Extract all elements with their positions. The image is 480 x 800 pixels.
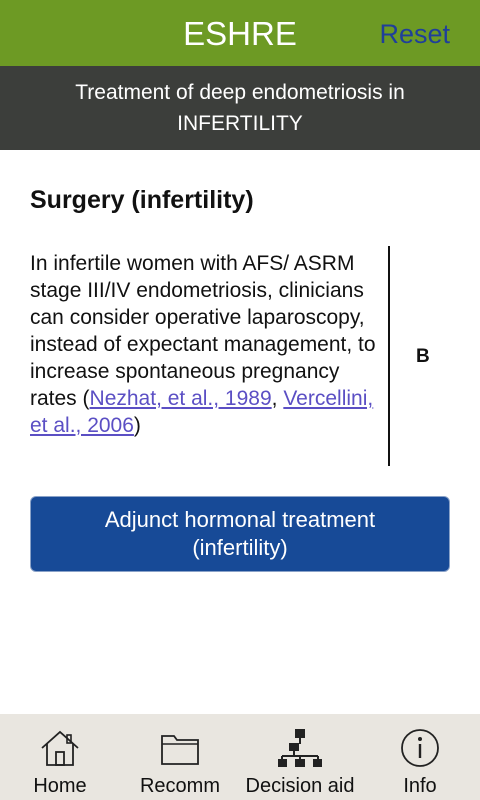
grade-divider bbox=[388, 246, 390, 466]
adjunct-hormonal-treatment-button[interactable]: Adjunct hormonal treatment (infertility) bbox=[30, 496, 450, 572]
next-button-line2: (infertility) bbox=[192, 535, 288, 560]
tab-home-label: Home bbox=[33, 775, 87, 797]
bottom-nav: Home Recomm Decision aid Info bbox=[0, 714, 480, 800]
open-paren: ( bbox=[82, 387, 90, 410]
tab-info[interactable]: Info bbox=[360, 714, 480, 800]
section-title: Surgery (infertility) bbox=[30, 186, 254, 214]
tab-decision-aid[interactable]: Decision aid bbox=[240, 714, 360, 800]
home-icon bbox=[41, 730, 79, 766]
hierarchy-icon bbox=[278, 729, 322, 767]
next-button-line1: Adjunct hormonal treatment bbox=[104, 507, 376, 532]
evidence-grade: B bbox=[416, 346, 430, 367]
tab-decision-aid-label: Decision aid bbox=[245, 775, 355, 797]
reference-link-nezhat[interactable]: Nezhat, et al., 1989 bbox=[90, 387, 272, 410]
page-subheader: Treatment of deep endometriosis in INFER… bbox=[0, 66, 480, 150]
subheader-line1: Treatment of deep endometriosis in bbox=[75, 81, 405, 104]
folder-icon bbox=[161, 735, 199, 765]
tab-home[interactable]: Home bbox=[0, 714, 120, 800]
reference-separator: , bbox=[271, 387, 284, 410]
tab-recomm[interactable]: Recomm bbox=[120, 714, 240, 800]
info-icon bbox=[401, 729, 439, 767]
recommendation-block: In infertile women with AFS/ ASRM stage … bbox=[30, 246, 470, 466]
reset-button[interactable]: Reset bbox=[379, 16, 450, 52]
recommendation-text: In infertile women with AFS/ ASRM stage … bbox=[30, 250, 386, 439]
subheader-line2: INFERTILITY bbox=[177, 112, 303, 135]
close-paren: ) bbox=[133, 414, 141, 437]
app-screen: ESHRE Reset Treatment of deep endometrio… bbox=[0, 0, 480, 800]
tab-info-label: Info bbox=[403, 775, 437, 797]
tab-recomm-label: Recomm bbox=[139, 775, 220, 797]
top-bar: ESHRE Reset bbox=[0, 0, 480, 66]
